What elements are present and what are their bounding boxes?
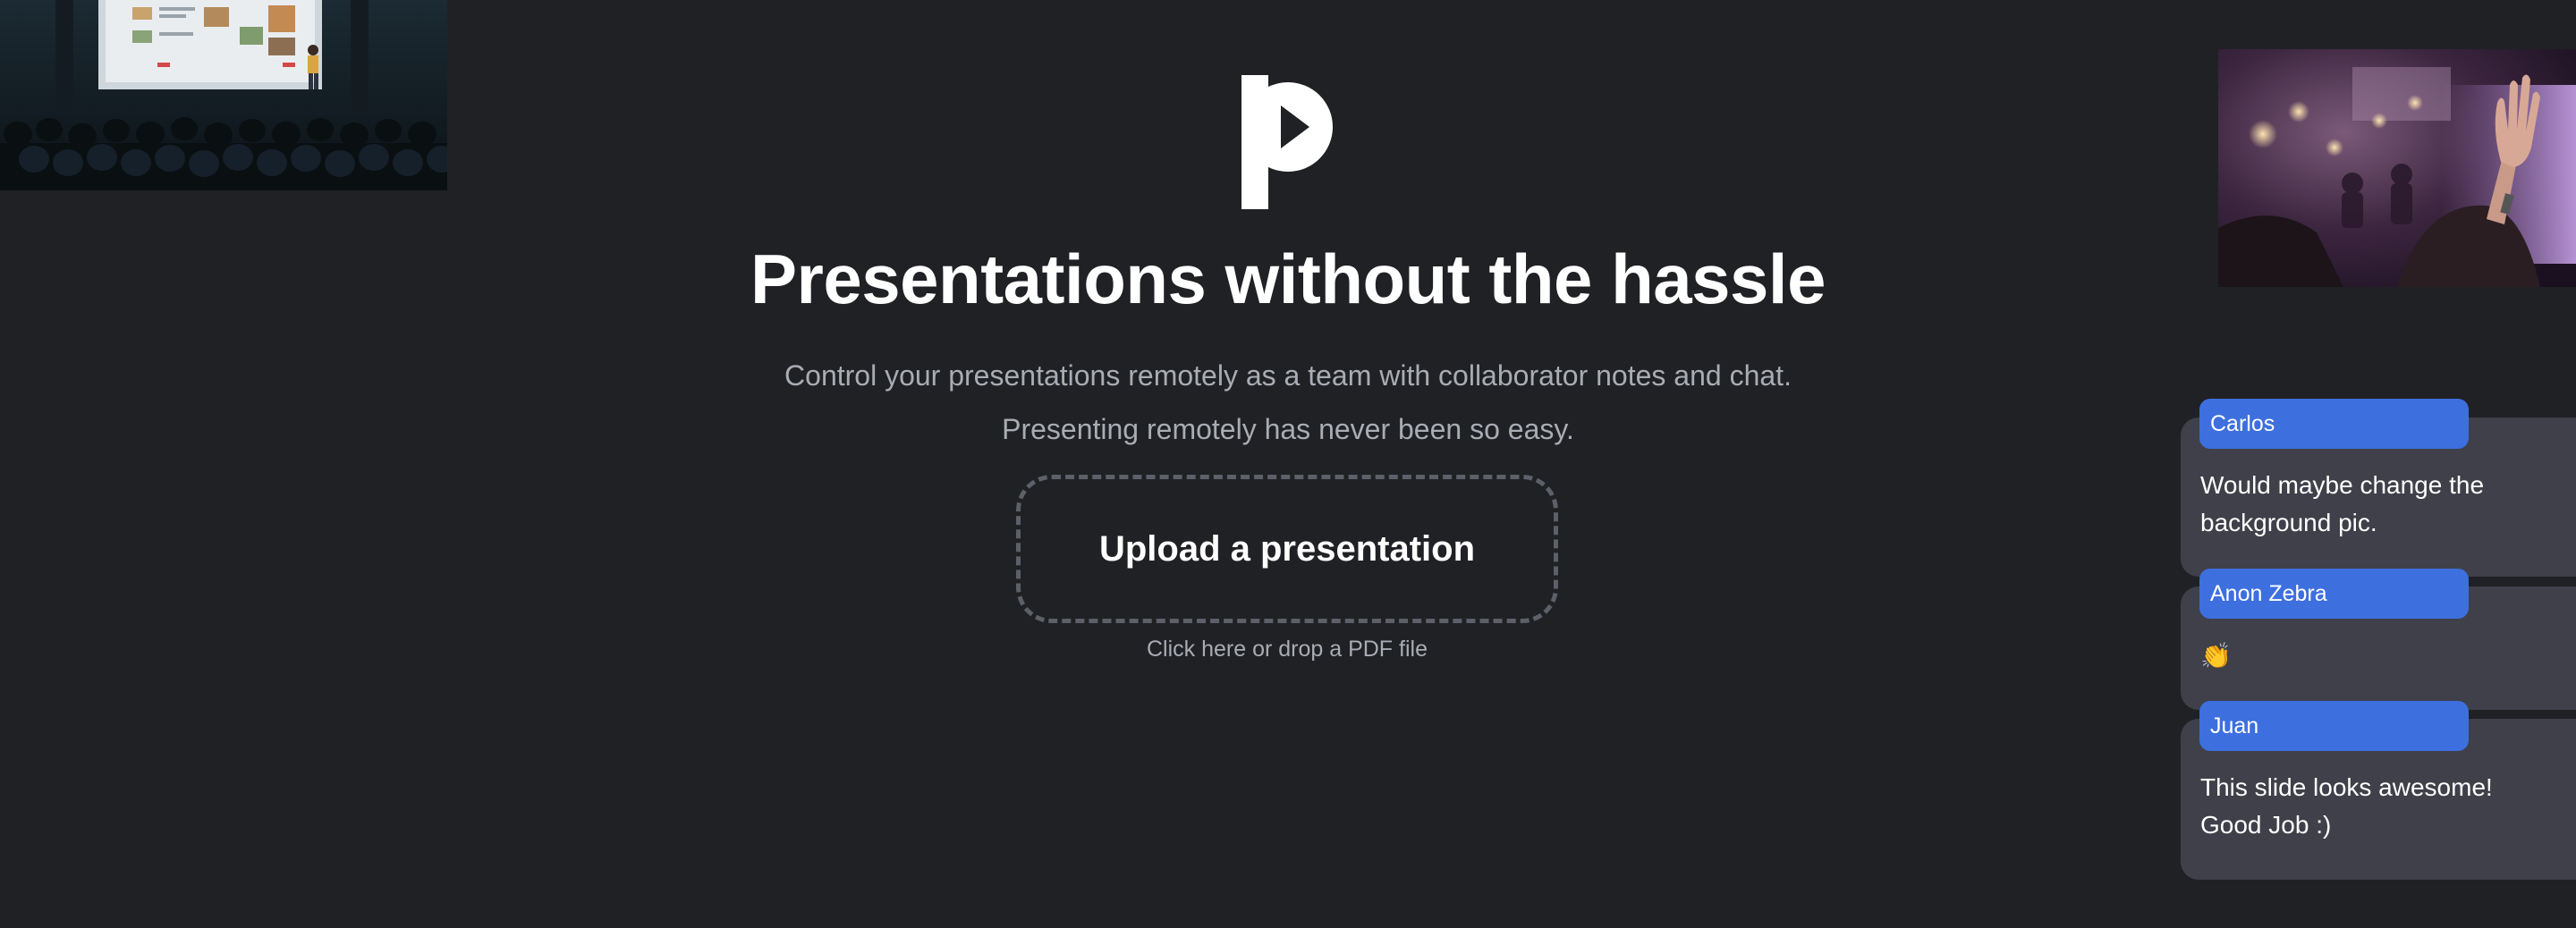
- chat-message-text: 👏: [2200, 642, 2232, 670]
- subtitle-line-1: Control your presentations remotely as a…: [784, 359, 1792, 392]
- chat-message-text: Would maybe change the background pic.: [2200, 471, 2485, 536]
- chat-message-text: This slide looks awesome! Good Job :): [2200, 773, 2493, 839]
- subtitle-line-2: Presenting remotely has never been so ea…: [1002, 413, 1574, 445]
- p-play-logo-icon: [1241, 75, 1333, 209]
- page-title: Presentations without the hassle: [750, 240, 1826, 318]
- chat-author-badge: Anon Zebra: [2199, 569, 2469, 619]
- upload-button-label: Upload a presentation: [1098, 528, 1476, 569]
- upload-dropzone[interactable]: Upload a presentation: [1016, 475, 1558, 623]
- chat-author-badge: Juan: [2199, 701, 2469, 751]
- upload-hint: Click here or drop a PDF file: [1146, 637, 1428, 662]
- chat-author-badge: Carlos: [2199, 399, 2469, 449]
